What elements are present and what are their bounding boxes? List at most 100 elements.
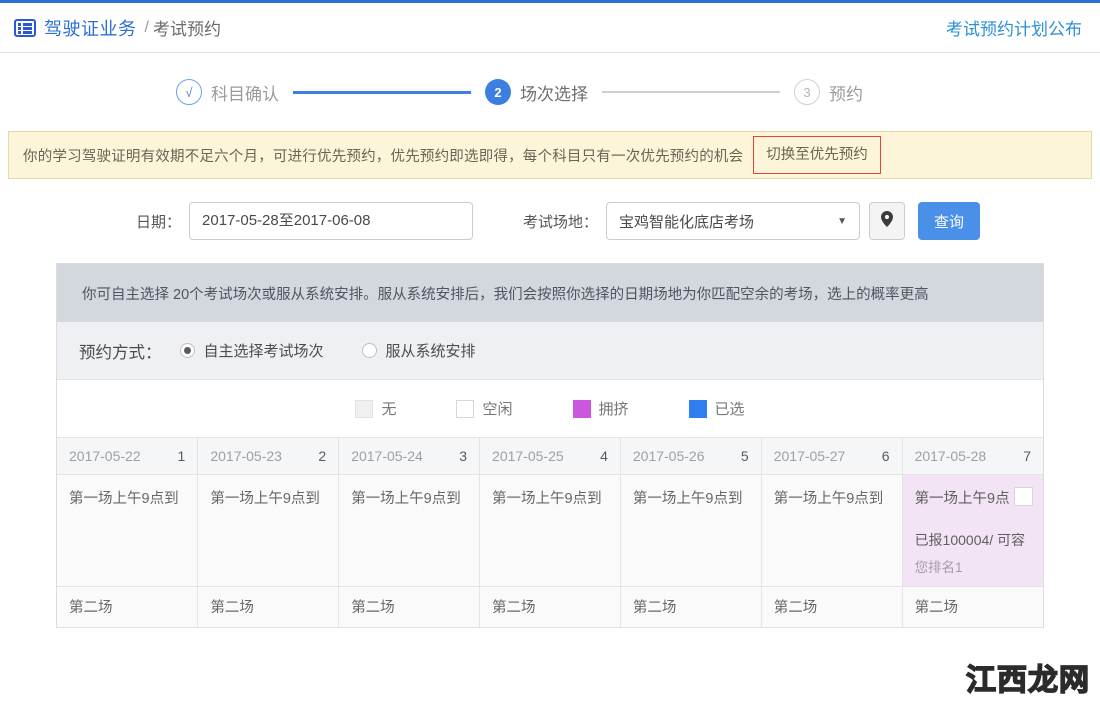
watermark: 江西龙网 [966,655,1090,699]
step-session-select[interactable]: 2 场次选择 [485,79,588,105]
schedule-panel: 你可自主选择 20个考试场次或服从系统安排。服从系统安排后，我们会按照你选择的日… [56,263,1044,628]
col-date-5: 2017-05-26 [633,448,705,464]
col-date-7: 2017-05-28 [915,448,987,464]
radio-system-assign[interactable]: 服从系统安排 [362,340,476,361]
session-cell[interactable]: 第二场 [761,586,902,627]
session-cell[interactable]: 第一场上午9点到 [57,474,198,586]
step-1-label: 科目确认 [211,80,279,105]
step-3-marker: 3 [794,79,820,105]
schedule-header-row: 2017-05-22 1 2017-05-23 2 2017-05-24 3 2… [57,438,1043,474]
schedule-col-5: 2017-05-26 5 [620,438,761,474]
session-cell[interactable]: 第二场 [198,586,339,627]
session-cell[interactable]: 第二场 [57,586,198,627]
venue-select[interactable]: 宝鸡智能化底店考场 ▼ [606,202,860,240]
session-cell-crowded[interactable]: 第一场上午9点 已报100004/ 可容 您排名1 [902,474,1043,586]
session-cell[interactable]: 第一场上午9点到 [761,474,902,586]
session-title: 第一场上午9点到 [492,487,610,508]
col-num-7: 7 [1023,448,1031,464]
radio-system-assign-label: 服从系统安排 [386,340,476,361]
watermark-part1: 江西 [966,664,1028,697]
priority-booking-alert: 你的学习驾驶证明有效期不足六个月，可进行优先预约，优先预约即选即得，每个科目只有… [8,131,1092,179]
page-root: 驾驶证业务 / 考试预约 考试预约计划公布 √ 科目确认 2 场次选择 3 预约… [0,0,1100,717]
session-cell[interactable]: 第一场上午9点到 [480,474,621,586]
step-connector-1 [293,91,471,94]
venue-label: 考试场地： [523,211,598,232]
schedule-col-6: 2017-05-27 6 [761,438,902,474]
step-appointment[interactable]: 3 预约 [794,79,863,105]
session-cell[interactable]: 第二场 [902,586,1043,627]
col-num-2: 2 [318,448,326,464]
session-cell[interactable]: 第二场 [620,586,761,627]
col-num-3: 3 [459,448,467,464]
legend-swatch-free [456,400,474,418]
step-1-marker: √ [176,79,202,105]
legend-label-none: 无 [381,398,396,419]
date-label: 日期： [136,211,181,232]
panel-notice: 你可自主选择 20个考试场次或服从系统安排。服从系统安排后，我们会按照你选择的日… [57,264,1043,322]
location-pin-icon [881,211,893,232]
radio-self-select[interactable]: 自主选择考试场次 [180,340,324,361]
table-row: 第一场上午9点到 第一场上午9点到 第一场上午9点到 第一场上午9点到 第一场上… [57,474,1043,586]
radio-system-assign-icon [362,343,377,358]
col-num-4: 4 [600,448,608,464]
session-cell[interactable]: 第一场上午9点到 [339,474,480,586]
legend-label-crowded: 拥挤 [599,398,629,419]
session-cell[interactable]: 第二场 [480,586,621,627]
legend-item-crowded: 拥挤 [573,398,629,419]
session-cell[interactable]: 第二场 [339,586,480,627]
step-2-label: 场次选择 [520,80,588,105]
col-date-1: 2017-05-22 [69,448,141,464]
radio-self-select-label: 自主选择考试场次 [204,340,324,361]
session-rank: 您排名1 [915,556,1033,576]
exam-plan-link[interactable]: 考试预约计划公布 [946,20,1082,39]
session-title: 第二场 [351,596,469,617]
booking-mode-row: 预约方式： 自主选择考试场次 服从系统安排 [57,322,1043,380]
step-subject-confirm[interactable]: √ 科目确认 [176,79,279,105]
session-title: 第一场上午9点 [915,487,1012,508]
alert-message: 你的学习驾驶证明有效期不足六个月，可进行优先预约，优先预约即选即得，每个科目只有… [23,145,743,166]
col-num-1: 1 [178,448,186,464]
session-title: 第一场上午9点到 [210,487,328,508]
breadcrumb: 驾驶证业务 / 考试预约 [14,15,221,41]
session-cell[interactable]: 第一场上午9点到 [620,474,761,586]
legend-item-none: 无 [355,398,396,419]
query-button[interactable]: 查询 [918,202,980,240]
date-range-input[interactable]: 2017-05-28至2017-06-08 [189,202,473,240]
breadcrumb-current: 考试预约 [153,15,221,40]
switch-priority-booking-button[interactable]: 切换至优先预约 [753,136,881,175]
step-3-label: 预约 [829,80,863,105]
col-date-3: 2017-05-24 [351,448,423,464]
top-bar: 驾驶证业务 / 考试预约 考试预约计划公布 [0,0,1100,53]
session-title: 第二场 [210,596,328,617]
legend-swatch-selected [689,400,707,418]
session-title: 第一场上午9点到 [774,487,892,508]
schedule-table: 2017-05-22 1 2017-05-23 2 2017-05-24 3 2… [57,438,1043,628]
step-connector-2 [602,91,780,93]
session-title: 第二场 [774,596,892,617]
session-cell[interactable]: 第一场上午9点到 [198,474,339,586]
breadcrumb-root[interactable]: 驾驶证业务 [44,15,137,41]
legend-label-free: 空闲 [482,398,512,419]
session-title: 第一场上午9点到 [633,487,751,508]
session-title: 第二场 [915,596,1033,617]
session-title: 第一场上午9点到 [351,487,469,508]
legend-swatch-none [355,400,373,418]
session-title: 第二场 [69,596,187,617]
legend-item-free: 空闲 [456,398,512,419]
col-date-2: 2017-05-23 [210,448,282,464]
radio-self-select-icon [180,343,195,358]
progress-stepper: √ 科目确认 2 场次选择 3 预约 [0,53,1100,131]
schedule-col-4: 2017-05-25 4 [480,438,621,474]
filter-bar: 日期： 2017-05-28至2017-06-08 考试场地： 宝鸡智能化底店考… [0,179,1100,263]
session-capacity: 已报100004/ 可容 [915,530,1033,550]
legend-swatch-crowded [573,400,591,418]
map-location-button[interactable] [869,202,905,240]
col-num-5: 5 [741,448,749,464]
col-date-6: 2017-05-27 [774,448,846,464]
session-checkbox[interactable] [1014,487,1033,506]
schedule-col-2: 2017-05-23 2 [198,438,339,474]
watermark-part2: 龙网 [1028,664,1090,697]
venue-select-value: 宝鸡智能化底店考场 [619,211,754,232]
session-title: 第二场 [633,596,751,617]
schedule-col-1: 2017-05-22 1 [57,438,198,474]
